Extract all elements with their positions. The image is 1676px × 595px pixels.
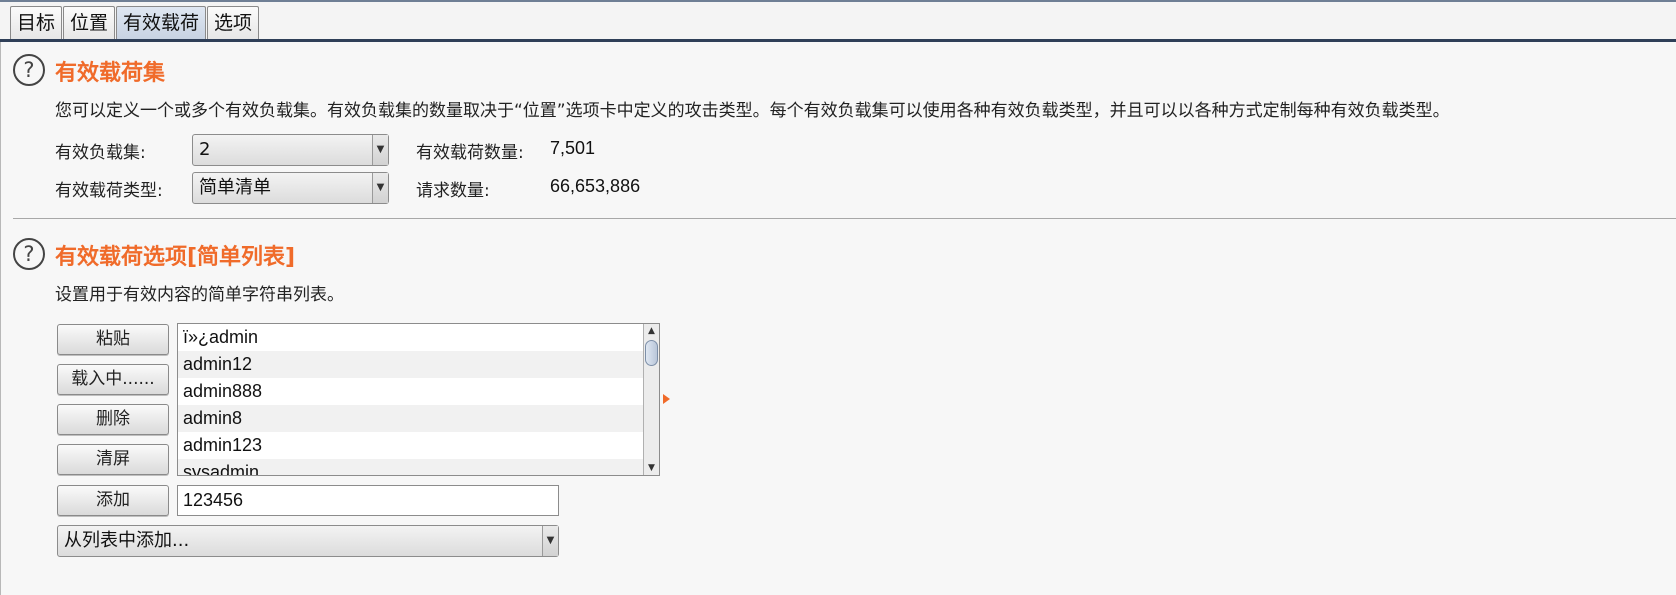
list-item[interactable]: admin12: [178, 351, 644, 378]
tab-bar: 目标 位置 有效载荷 选项: [0, 0, 1676, 42]
section-divider: [13, 218, 1676, 219]
request-count-label: 请求数量:: [416, 181, 490, 201]
clear-button[interactable]: 清屏: [57, 444, 169, 475]
load-button[interactable]: 载入中......: [57, 364, 169, 395]
list-item[interactable]: admin888: [178, 378, 644, 405]
list-scrollbar[interactable]: ▲ ▼: [643, 324, 659, 475]
add-button[interactable]: 添加: [57, 485, 169, 516]
scroll-down-arrow-icon[interactable]: ▼: [644, 461, 659, 475]
payload-type-select[interactable]: 简单清单 ▼: [192, 172, 389, 204]
chevron-down-icon[interactable]: ▼: [372, 173, 388, 203]
help-circle-icon[interactable]: ?: [13, 238, 45, 270]
list-item[interactable]: ï»¿admin: [178, 324, 644, 351]
scroll-thumb[interactable]: [645, 340, 658, 366]
payload-sets-title: 有效载荷集: [55, 61, 166, 86]
help-circle-icon[interactable]: ?: [13, 54, 45, 86]
tab-target[interactable]: 目标: [10, 6, 62, 40]
list-item[interactable]: admin123: [178, 432, 644, 459]
remove-button[interactable]: 删除: [57, 404, 169, 435]
chevron-down-icon[interactable]: ▼: [542, 526, 558, 556]
add-from-list-select[interactable]: 从列表中添加... ▼: [57, 525, 559, 557]
payload-sets-description: 您可以定义一个或多个有效负载集。有效负载集的数量取决于“位置”选项卡中定义的攻击…: [55, 101, 1450, 121]
add-item-input[interactable]: 123456: [177, 485, 559, 516]
payload-options-title: 有效载荷选项[简单列表]: [55, 245, 296, 270]
paste-button[interactable]: 粘贴: [57, 324, 169, 355]
payload-count-label: 有效载荷数量:: [416, 143, 524, 163]
chevron-down-icon[interactable]: ▼: [372, 135, 388, 165]
payloads-panel: ? 有效载荷集 您可以定义一个或多个有效负载集。有效负载集的数量取决于“位置”选…: [0, 42, 1676, 595]
payload-type-label: 有效载荷类型:: [55, 181, 163, 201]
tab-bar-top-line: [0, 0, 1676, 2]
payload-set-select-value: 2: [199, 139, 211, 160]
scroll-up-arrow-icon[interactable]: ▲: [644, 324, 659, 338]
payload-set-select[interactable]: 2 ▼: [192, 134, 389, 166]
payload-list[interactable]: ï»¿admin admin12 admin888 admin8 admin12…: [177, 323, 660, 476]
list-item[interactable]: sysadmin: [178, 459, 644, 475]
payload-set-label: 有效负载集:: [55, 143, 146, 163]
payload-options-description: 设置用于有效内容的简单字符串列表。: [55, 285, 344, 305]
tab-options[interactable]: 选项: [207, 6, 259, 40]
tab-positions[interactable]: 位置: [63, 6, 115, 40]
list-item[interactable]: admin8: [178, 405, 644, 432]
expand-arrow-icon[interactable]: [663, 394, 670, 404]
tab-payloads[interactable]: 有效载荷: [116, 6, 206, 40]
payload-type-select-value: 简单清单: [199, 177, 271, 198]
request-count-value: 66,653,886: [550, 176, 641, 196]
payload-count-value: 7,501: [550, 138, 596, 158]
add-from-list-value: 从列表中添加...: [64, 530, 190, 551]
